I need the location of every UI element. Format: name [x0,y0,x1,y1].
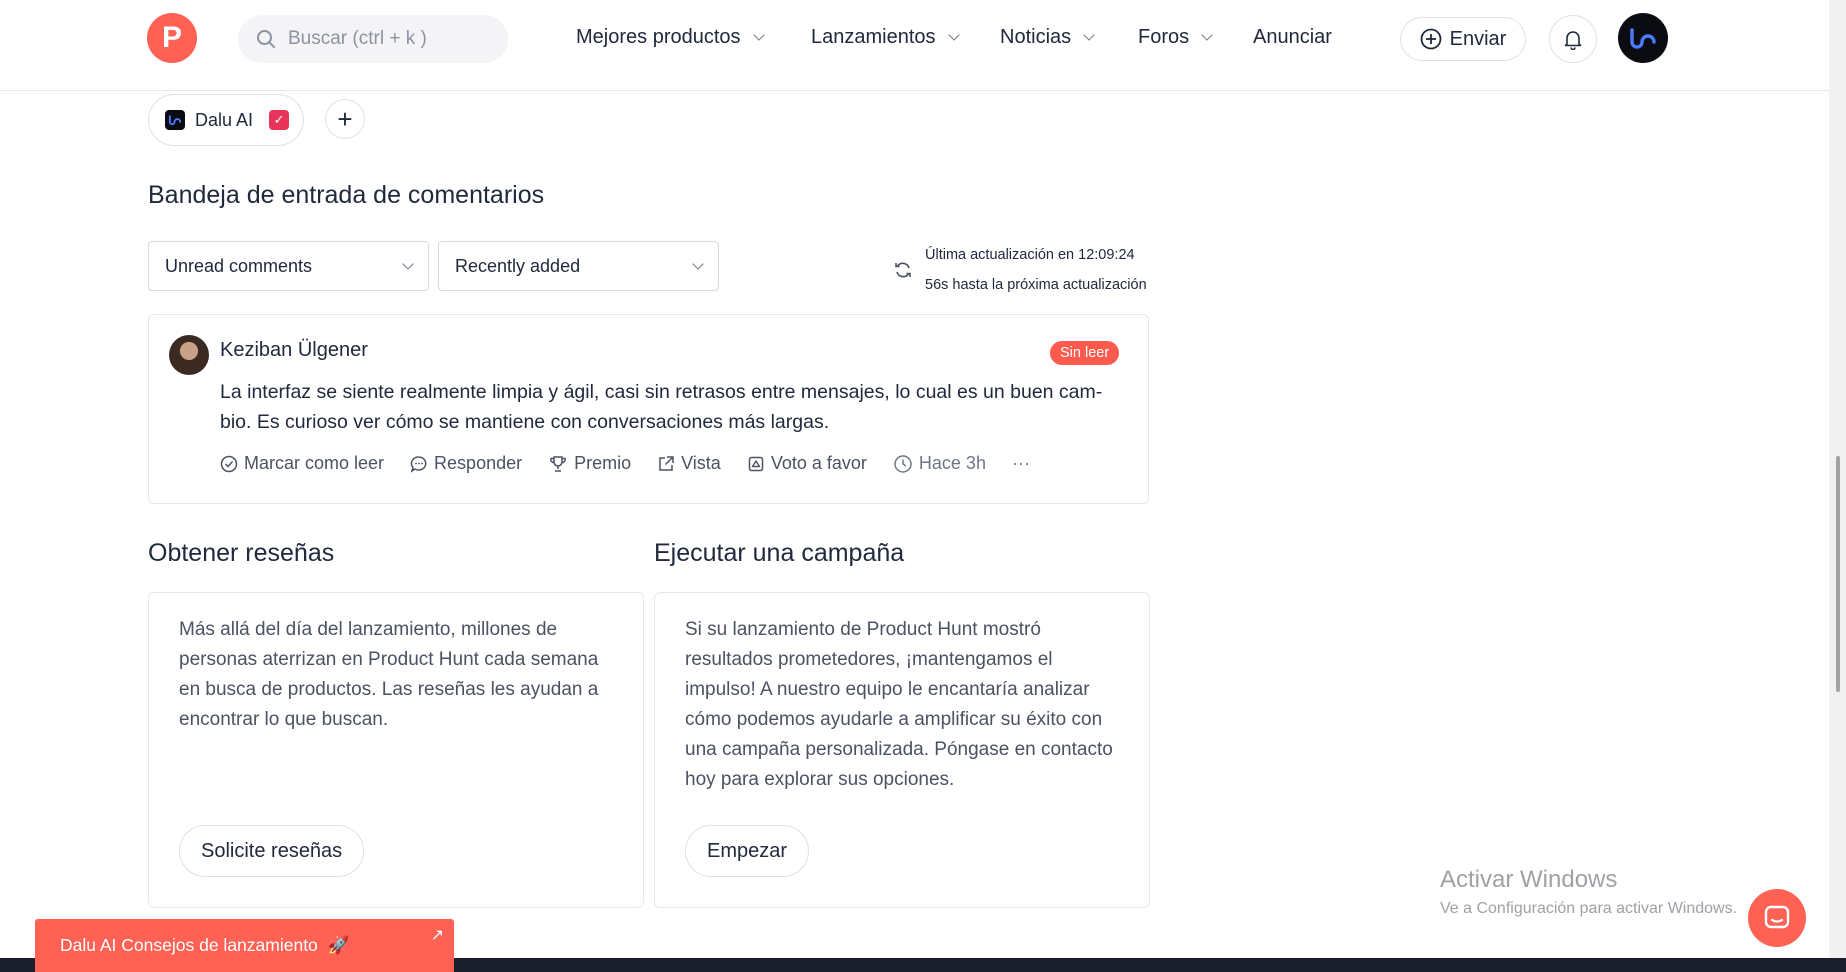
campaign-title: Ejecutar una campaña [654,539,905,567]
sort-select[interactable]: Recently added [438,241,719,291]
reviews-body: Más allá del día del lanzamiento, millon… [179,619,599,730]
chat-icon [1764,905,1790,929]
reviews-title: Obtener reseñas [148,539,335,567]
chevron-down-icon [402,257,414,270]
comment-author[interactable]: Keziban Ülgener [220,339,368,362]
last-update-text: Última actualización en 12:09:24 [925,247,1135,263]
chevron-down-icon [1201,29,1213,41]
nav-advertise[interactable]: Anunciar [1253,26,1332,49]
support-chat-button[interactable] [1748,889,1806,947]
product-chip-label: Dalu AI [195,109,254,130]
chevron-down-icon [692,257,704,270]
expand-arrow-icon[interactable]: ↗ [431,925,444,945]
product-chip-dalu-ai[interactable]: Dalu AI ✓ [148,94,304,146]
more-dots-icon: ··· [1011,453,1030,473]
nav-forums[interactable]: Foros [1138,26,1213,49]
get-started-button[interactable]: Empezar [685,825,810,877]
speech-bubble-icon [410,455,427,473]
chevron-down-icon [752,29,765,41]
nav-news[interactable]: Noticias [1000,26,1095,49]
search-icon [257,30,275,48]
mark-read-button[interactable]: Marcar como leer [220,453,384,474]
refresh-status: Última actualización en 12:09:24 56s has… [893,240,1147,300]
search-box[interactable] [238,15,508,63]
comment-timestamp: Hace 3h [893,453,986,474]
refresh-icon[interactable] [893,260,913,280]
product-hunt-logo[interactable]: P [147,13,197,63]
watermark-line-1: Activar Windows [1440,866,1618,893]
submit-button[interactable]: Enviar [1400,17,1526,61]
timestamp-label: Hace 3h [918,453,986,473]
nav-label: Foros [1138,26,1190,48]
reply-button[interactable]: Responder [410,453,522,474]
mark-read-label: Marcar como leer [244,453,385,473]
more-options-button[interactable]: ··· [1012,453,1030,474]
nav-label: Mejores productos [576,26,741,48]
next-update-text: 56s hasta la próxima actualización [925,277,1147,293]
check-circle-icon [220,455,238,472]
plus-icon: + [337,103,353,134]
campaign-body: Si su lanzamiento de Product Hunt mostró… [685,619,1113,790]
filter-select[interactable]: Unread comments [148,241,429,291]
filter-value: Unread comments [165,255,313,276]
request-reviews-button[interactable]: Solicite reseñas [179,825,365,877]
nav-best-products[interactable]: Mejores productos [576,26,765,49]
user-avatar[interactable] [1618,13,1668,63]
dalu-logo-icon [165,110,185,130]
nav-launches[interactable]: Lanzamientos [811,26,960,49]
trophy-icon [550,455,567,472]
nav-label: Noticias [1000,26,1072,48]
campaign-card: Si su lanzamiento de Product Hunt mostró… [654,592,1150,908]
clock-icon [894,454,912,473]
sort-value: Recently added [455,255,581,276]
rocket-icon: 🚀 [327,935,350,955]
search-input[interactable] [286,27,490,51]
reviews-card: Más allá del día del lanzamiento, millon… [148,592,644,908]
chevron-down-icon [947,29,960,41]
award-label: Premio [574,453,632,473]
checkbox-checked-icon[interactable]: ✓ [269,110,290,130]
chevron-down-icon [1083,29,1095,41]
launch-tips-label: Dalu AI Consejos de lanzamiento [60,935,318,955]
commenter-avatar[interactable] [169,335,209,375]
upvote-icon [748,456,764,471]
comment-text: La interfaz se siente realmente limpia y… [220,381,1103,433]
reply-label: Responder [434,453,523,473]
view-label: Vista [681,453,721,473]
scrollbar-thumb[interactable] [1836,456,1840,692]
watermark-line-2: Ve a Configuración para activar Windows. [1440,900,1738,917]
nav-label: Anunciar [1253,26,1332,48]
inbox-title: Bandeja de entrada de comentarios [148,181,545,209]
dalu-logo-icon [1630,28,1656,49]
external-link-icon [659,455,674,471]
award-button[interactable]: Premio [548,453,631,474]
view-button[interactable]: Vista [657,453,721,474]
add-product-button[interactable]: + [325,99,365,139]
plus-circle-icon [1420,28,1442,50]
submit-label: Enviar [1449,27,1507,50]
comment-card: Keziban Ülgener Sin leer La interfaz se … [148,314,1149,504]
bell-icon [1564,31,1582,50]
nav-label: Lanzamientos [811,26,936,48]
top-navbar: P Mejores productos Lanzamientos Noticia… [0,0,1829,91]
notifications-button[interactable] [1549,15,1597,63]
comment-actions: Marcar como leer Responder Premio Vista [220,453,1030,474]
windows-activation-watermark: Activar Windows Ve a Configuración para … [1440,866,1737,918]
unread-badge: Sin leer [1050,341,1120,365]
upvote-button[interactable]: Voto a favor [747,453,867,474]
launch-tips-bar[interactable]: Dalu AI Consejos de lanzamiento 🚀 ↗ [35,919,454,972]
upvote-label: Voto a favor [770,453,867,473]
